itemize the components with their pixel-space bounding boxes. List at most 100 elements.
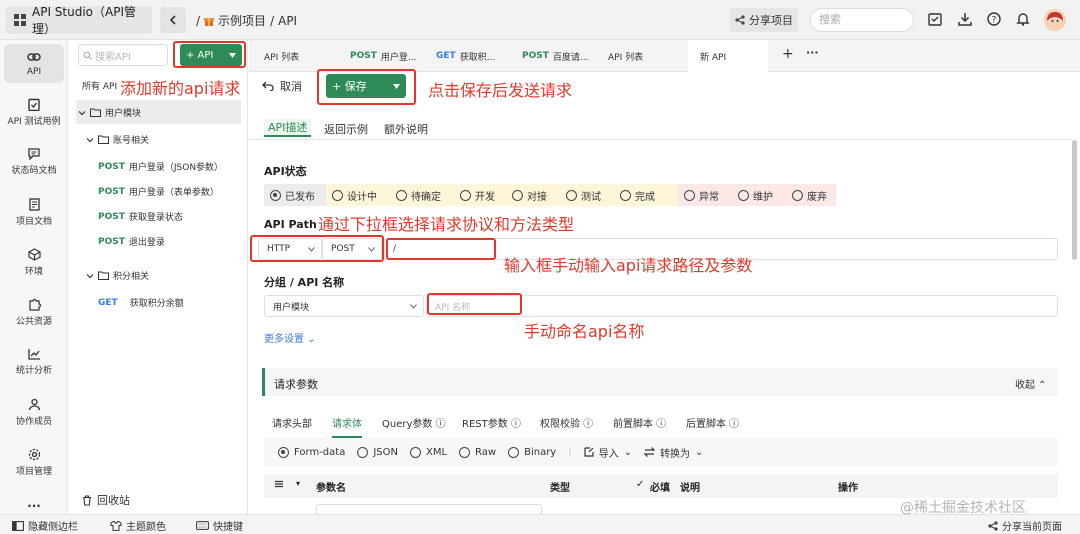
subtab-response-example[interactable]: 返回示例 bbox=[324, 121, 368, 137]
theme-color-button[interactable]: 主题颜色 bbox=[110, 518, 166, 533]
request-params-title: 请求参数 bbox=[274, 378, 318, 391]
nav-item-common-resources[interactable]: 公共资源 bbox=[4, 298, 64, 327]
nav-item-members[interactable]: 协作成员 bbox=[4, 398, 64, 427]
convert-label: 转换为 bbox=[660, 448, 690, 460]
tab-more-button[interactable]: ··· bbox=[806, 46, 819, 59]
tree-api-item[interactable]: GET 获取积分余额 bbox=[98, 296, 184, 310]
param-tab-body[interactable]: 请求体 bbox=[332, 415, 362, 438]
scrollbar[interactable] bbox=[1072, 140, 1077, 260]
share-project-button[interactable]: 分享项目 bbox=[730, 8, 798, 32]
chevron-down-icon: ⌄ bbox=[695, 446, 704, 458]
body-type-option[interactable]: JSON bbox=[357, 446, 398, 458]
nav-more-button[interactable]: ... bbox=[4, 496, 64, 510]
link-icon bbox=[27, 50, 41, 64]
body-type-option[interactable]: Form-data bbox=[278, 446, 345, 458]
tab-baidu-request[interactable]: POST 百度请... bbox=[508, 40, 594, 72]
nav-item-status-codes[interactable]: 状态码文档 bbox=[4, 148, 64, 176]
subtab-api-desc[interactable]: API描述 bbox=[264, 119, 312, 137]
hide-sidebar-button[interactable]: 隐藏侧边栏 bbox=[12, 518, 78, 533]
body-type-option[interactable]: XML bbox=[409, 446, 447, 458]
tab-new-api[interactable]: 新 API bbox=[688, 40, 768, 72]
download-icon[interactable] bbox=[958, 12, 974, 28]
tree-group-points[interactable]: 积分相关 bbox=[86, 269, 149, 282]
import-button[interactable]: 导入 ⌄ bbox=[584, 445, 632, 460]
chevron-down-icon: ⌄ bbox=[623, 446, 632, 458]
add-tab-button[interactable]: + bbox=[782, 46, 794, 62]
nav-item-project-settings[interactable]: 项目管理 bbox=[4, 448, 64, 477]
cancel-button[interactable]: 取消 bbox=[262, 78, 302, 94]
global-search-input[interactable]: 搜索 bbox=[810, 8, 914, 32]
back-button[interactable] bbox=[160, 7, 186, 33]
status-option[interactable]: 对接 bbox=[506, 184, 560, 206]
nav-item-api[interactable]: API bbox=[4, 44, 64, 83]
status-selector: 已发布 设计中 待确定 开发 对接 测试 完成 异常 维护 废弃 bbox=[264, 184, 836, 206]
chevron-down-icon bbox=[86, 272, 94, 280]
nav-item-test-cases[interactable]: API 测试用例 bbox=[4, 98, 64, 127]
share-page-button[interactable]: 分享当前页面 bbox=[988, 518, 1062, 533]
param-tab-label: 前置脚本 bbox=[613, 419, 653, 430]
body-type-label: JSON bbox=[373, 446, 398, 458]
group-select[interactable]: 用户模块 bbox=[264, 295, 424, 317]
nav-item-project-docs[interactable]: 项目文档 bbox=[4, 198, 64, 227]
more-settings-link[interactable]: 更多设置 ⌄ bbox=[264, 330, 316, 345]
more-settings-label: 更多设置 bbox=[264, 334, 304, 345]
tree-api-item[interactable]: POST 退出登录 bbox=[98, 235, 165, 249]
cancel-label: 取消 bbox=[280, 80, 302, 93]
folder-icon bbox=[90, 108, 101, 117]
param-name-input[interactable] bbox=[316, 504, 542, 514]
tab-api-list[interactable]: API 列表 bbox=[250, 40, 336, 72]
grid-icon bbox=[14, 14, 26, 26]
app-switcher-button[interactable]: API Studio（API管理） bbox=[6, 5, 152, 36]
caret-down-icon[interactable]: ▾ bbox=[296, 479, 300, 488]
convert-button[interactable]: 转换为 ⌄ bbox=[644, 445, 703, 460]
radio-icon bbox=[357, 446, 369, 458]
tab-label: API 列表 bbox=[608, 52, 644, 63]
avatar[interactable] bbox=[1044, 9, 1066, 31]
tree-group-account[interactable]: 账号相关 bbox=[86, 133, 149, 146]
body-type-option[interactable]: Binary bbox=[508, 446, 556, 458]
tab-get-points[interactable]: GET 获取积... bbox=[422, 40, 508, 72]
collapse-button[interactable]: 收起 ⌃ bbox=[1015, 376, 1047, 391]
annotation-box-path bbox=[386, 238, 496, 260]
breadcrumb-project[interactable]: 示例项目 bbox=[218, 12, 266, 29]
body-type-option[interactable]: Raw bbox=[459, 446, 497, 458]
status-option[interactable]: 测试 bbox=[560, 184, 614, 206]
shortcuts-button[interactable]: 快捷键 bbox=[196, 518, 243, 533]
all-api-item[interactable]: 所有 API bbox=[82, 79, 117, 92]
status-option[interactable]: 维护 bbox=[732, 184, 786, 206]
param-tab-query[interactable]: Query参数 ⓘ bbox=[382, 415, 446, 430]
status-option[interactable]: 待确定 bbox=[390, 184, 454, 206]
nav-label: 统计分析 bbox=[15, 366, 52, 376]
status-option[interactable]: 设计中 bbox=[326, 184, 390, 206]
status-option[interactable]: 废弃 bbox=[786, 184, 836, 206]
tab-api-list-2[interactable]: API 列表 bbox=[594, 40, 688, 72]
body-type-label: Raw bbox=[475, 446, 497, 458]
subtab-extra-notes[interactable]: 额外说明 bbox=[384, 121, 428, 137]
nav-item-environment[interactable]: 环境 bbox=[4, 248, 64, 277]
status-option[interactable]: 已发布 bbox=[264, 184, 326, 206]
help-icon[interactable]: ? bbox=[987, 12, 1003, 28]
param-tab-post-script[interactable]: 后置脚本 ⓘ bbox=[686, 415, 739, 430]
recycle-bin-item[interactable]: 回收站 bbox=[82, 492, 130, 508]
tree-api-item[interactable]: POST 用户登录（表单参数） bbox=[98, 185, 219, 199]
param-tab-pre-script[interactable]: 前置脚本 ⓘ bbox=[613, 415, 666, 430]
param-tab-auth[interactable]: 权限校验 ⓘ bbox=[540, 415, 593, 430]
radio-icon bbox=[459, 446, 471, 458]
status-option[interactable]: 开发 bbox=[454, 184, 506, 206]
check-square-icon[interactable] bbox=[928, 12, 944, 28]
bell-icon[interactable] bbox=[1016, 12, 1032, 28]
tree-api-item[interactable]: POST 获取登录状态 bbox=[98, 210, 183, 224]
request-params-header[interactable] bbox=[262, 368, 1058, 396]
tree-group-user[interactable]: 用户模块 bbox=[78, 106, 141, 119]
status-option[interactable]: 完成 bbox=[614, 184, 678, 206]
nav-item-statistics[interactable]: 统计分析 bbox=[4, 348, 64, 376]
param-tab-headers[interactable]: 请求头部 bbox=[272, 415, 312, 430]
param-tab-rest[interactable]: REST参数 ⓘ bbox=[462, 415, 521, 430]
api-name: 退出登录 bbox=[128, 238, 165, 248]
hide-sidebar-label: 隐藏侧边栏 bbox=[28, 522, 78, 533]
status-option[interactable]: 异常 bbox=[678, 184, 732, 206]
tab-user-login[interactable]: POST 用户登... bbox=[336, 40, 422, 72]
tree-api-item[interactable]: POST 用户登录（JSON参数） bbox=[98, 160, 223, 174]
menu-icon[interactable] bbox=[274, 479, 284, 489]
tree-search-input[interactable]: 搜索API bbox=[78, 44, 168, 66]
